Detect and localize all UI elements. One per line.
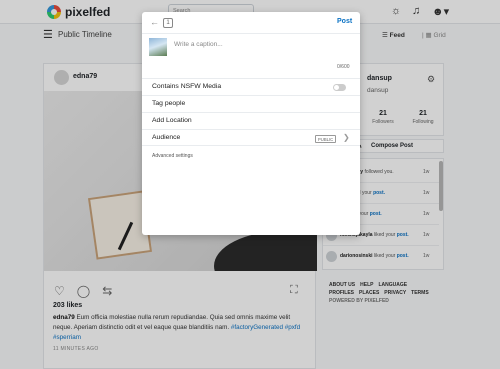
- add-location-row[interactable]: Add Location: [142, 112, 360, 129]
- nsfw-toggle[interactable]: [333, 84, 346, 91]
- nsfw-label: Contains NSFW Media: [152, 83, 222, 90]
- add-location-label: Add Location: [152, 117, 192, 124]
- advanced-settings-link[interactable]: Advanced settings: [152, 153, 193, 159]
- caption-input[interactable]: [174, 41, 352, 48]
- caption-char-count: 0/600: [337, 64, 350, 70]
- chevron-right-icon: ❯: [343, 133, 350, 142]
- audience-label: Audience: [152, 134, 181, 141]
- nsfw-row[interactable]: Contains NSFW Media: [142, 78, 360, 95]
- post-button[interactable]: Post: [337, 18, 352, 25]
- modal-header: ← 1 Post: [142, 12, 360, 34]
- media-thumbnail[interactable]: [149, 38, 167, 56]
- tag-people-row[interactable]: Tag people: [142, 95, 360, 112]
- media-count-badge: 1: [163, 18, 173, 28]
- back-arrow-icon[interactable]: ←: [150, 17, 159, 27]
- tag-people-label: Tag people: [152, 100, 186, 107]
- audience-row[interactable]: Audience PUBLIC ❯: [142, 129, 360, 146]
- compose-modal: ← 1 Post 0/600 Contains NSFW Media Tag p…: [142, 12, 360, 235]
- audience-badge: PUBLIC: [315, 135, 337, 143]
